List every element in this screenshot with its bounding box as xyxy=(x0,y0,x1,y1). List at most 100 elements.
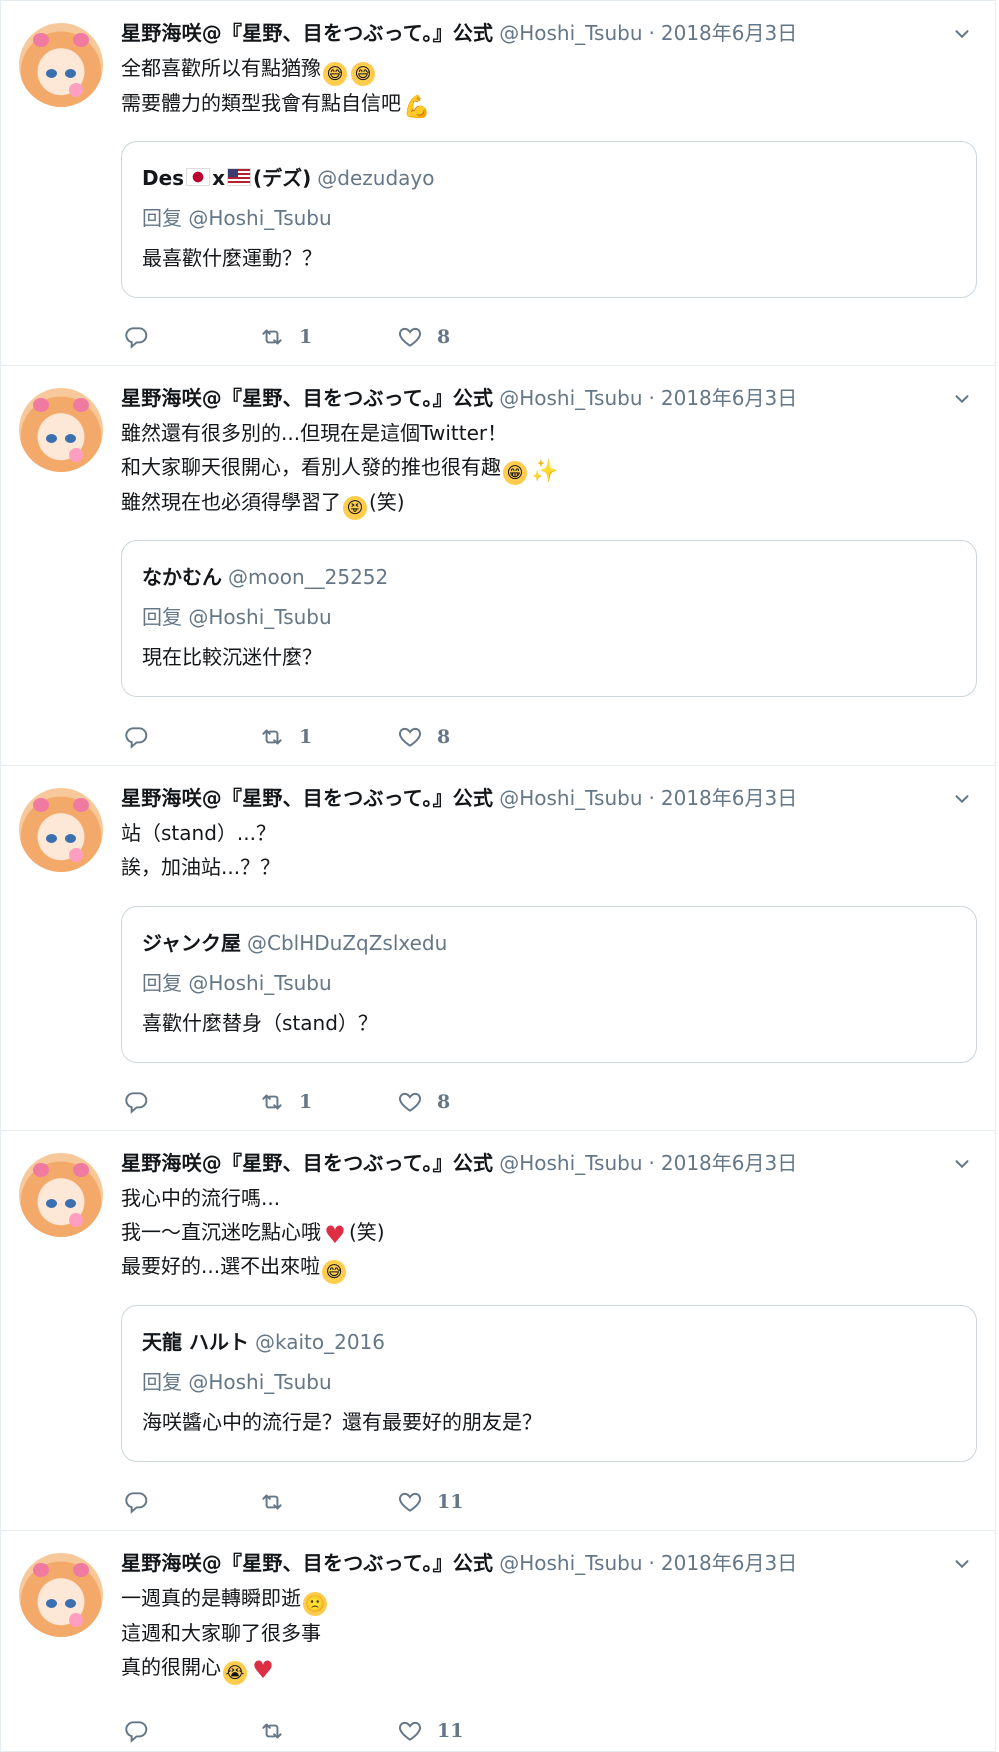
author-name[interactable]: 星野海咲@『星野、目をつぶって。』公式 xyxy=(121,382,493,411)
reply-icon xyxy=(123,1718,149,1744)
reply-button[interactable] xyxy=(123,1487,163,1517)
red-heart-emoji-icon: ♥ xyxy=(324,1221,346,1249)
like-button[interactable]: 11 xyxy=(397,1487,463,1517)
quoted-tweet[interactable]: Des x (デズ) @dezudayo 回复 @Hoshi_Tsubu 最喜歡什麼運動？… xyxy=(121,141,977,298)
quoted-tweet[interactable]: なかむん @moon__25252 回复 @Hoshi_Tsubu 現在比較沉迷什麼？ xyxy=(121,540,977,697)
quoted-author-name[interactable]: ジャンク屋 xyxy=(142,927,241,956)
name-segment: なかむん xyxy=(142,565,222,589)
text-segment: 一週真的是轉瞬即逝 xyxy=(121,1586,301,1610)
tweet-card[interactable]: 星野海咲@『星野、目をつぶって。』公式 @Hoshi_Tsubu · 2018年6月3… xyxy=(0,0,996,366)
quoted-tweet-header: なかむん @moon__25252 xyxy=(142,561,388,590)
tweet-date[interactable]: 2018年6月3日 xyxy=(661,17,797,46)
author-name[interactable]: 星野海咲@『星野、目をつぶって。』公式 xyxy=(121,1147,493,1176)
retweet-icon xyxy=(259,1489,285,1515)
tweet-text-line: 站（stand）...？ xyxy=(121,816,955,850)
tweet-date[interactable]: 2018年6月3日 xyxy=(661,1147,797,1176)
like-button[interactable]: 8 xyxy=(397,322,450,352)
squinting-tongue-emoji-icon: 😝 xyxy=(343,496,367,520)
author-handle[interactable]: @Hoshi_Tsubu xyxy=(499,1151,642,1175)
quoted-author-handle[interactable]: @dezudayo xyxy=(317,166,434,190)
reply-button[interactable] xyxy=(123,1087,163,1117)
tweet-header: 星野海咲@『星野、目をつぶって。』公式 @Hoshi_Tsubu · 2018年6月3… xyxy=(121,1547,797,1577)
tweet-date[interactable]: 2018年6月3日 xyxy=(661,782,797,811)
chevron-down-icon[interactable] xyxy=(951,23,973,45)
quoted-author-name[interactable]: 天龍 ハルト xyxy=(142,1326,249,1355)
like-count: 8 xyxy=(437,1091,451,1113)
text-segment: (笑) xyxy=(369,490,405,514)
tweet-text-line: 一週真的是轉瞬即逝 🙁 xyxy=(121,1581,955,1616)
chevron-down-icon[interactable] xyxy=(951,388,973,410)
like-icon xyxy=(397,1489,423,1515)
reply-button[interactable] xyxy=(123,722,163,752)
quoted-author-handle[interactable]: @moon__25252 xyxy=(228,565,388,589)
avatar[interactable] xyxy=(19,1153,103,1237)
author-name[interactable]: 星野海咲@『星野、目をつぶって。』公式 xyxy=(121,17,493,46)
quoted-tweet[interactable]: ジャンク屋 @CblHDuZqZslxedu 回复 @Hoshi_Tsubu 喜歡什麼… xyxy=(121,906,977,1063)
tweet-card[interactable]: 星野海咲@『星野、目をつぶって。』公式 @Hoshi_Tsubu · 2018年6月3… xyxy=(0,1530,996,1752)
tweet-text-line: 雖然還有很多別的...但現在是這個Twitter！ xyxy=(121,416,955,450)
reply-to-label: 回复 @Hoshi_Tsubu xyxy=(142,605,332,629)
author-handle[interactable]: @Hoshi_Tsubu xyxy=(499,786,642,810)
text-segment: 雖然還有很多別的...但現在是這個Twitter！ xyxy=(121,421,508,445)
tweet-text-line: 雖然現在也必須得學習了 😝 (笑) xyxy=(121,485,955,520)
quoted-tweet[interactable]: 天龍 ハルト @kaito_2016 回复 @Hoshi_Tsubu 海咲醬心中的流行… xyxy=(121,1305,977,1462)
author-handle[interactable]: @Hoshi_Tsubu xyxy=(499,1551,642,1575)
name-segment: ジャンク屋 xyxy=(142,931,241,955)
reply-button[interactable] xyxy=(123,322,163,352)
avatar[interactable] xyxy=(19,23,103,107)
chevron-down-icon[interactable] xyxy=(951,788,973,810)
like-icon xyxy=(397,724,423,750)
sparkles-emoji-icon: ✨ xyxy=(531,459,559,484)
like-count: 8 xyxy=(437,726,451,748)
separator-dot: · xyxy=(648,1551,655,1575)
tweet-text-line: 我一～直沉迷吃點心哦 ♥ (笑) xyxy=(121,1215,955,1249)
like-button[interactable]: 8 xyxy=(397,1087,450,1117)
retweet-button[interactable]: 1 xyxy=(259,322,312,352)
avatar[interactable] xyxy=(19,388,103,472)
tweet-header: 星野海咲@『星野、目をつぶって。』公式 @Hoshi_Tsubu · 2018年6月3… xyxy=(121,1147,797,1177)
retweet-icon xyxy=(259,1718,285,1744)
chevron-down-icon[interactable] xyxy=(951,1553,973,1575)
author-name[interactable]: 星野海咲@『星野、目をつぶって。』公式 xyxy=(121,782,493,811)
retweet-button[interactable]: 1 xyxy=(259,722,312,752)
flag-jp-icon xyxy=(186,168,211,186)
quoted-author-handle[interactable]: @CblHDuZqZslxedu xyxy=(247,931,447,955)
tweet-text-line: 我心中的流行嗎... xyxy=(121,1181,955,1215)
sweat-smile-emoji-icon: 😅 xyxy=(323,62,347,86)
like-button[interactable]: 8 xyxy=(397,722,450,752)
avatar[interactable] xyxy=(19,1553,103,1637)
retweet-count: 1 xyxy=(299,726,313,748)
tweet-date[interactable]: 2018年6月3日 xyxy=(661,1547,797,1576)
chevron-down-icon[interactable] xyxy=(951,1153,973,1175)
text-segment: (笑) xyxy=(349,1220,385,1244)
avatar[interactable] xyxy=(19,788,103,872)
author-handle[interactable]: @Hoshi_Tsubu xyxy=(499,21,642,45)
text-segment: 我一～直沉迷吃點心哦 xyxy=(121,1220,321,1244)
retweet-count: 1 xyxy=(299,326,313,348)
tweet-card[interactable]: 星野海咲@『星野、目をつぶって。』公式 @Hoshi_Tsubu · 2018年6月3… xyxy=(0,765,996,1131)
quoted-tweet-text: 海咲醬心中的流行是？還有最要好的朋友是？ xyxy=(142,1410,542,1434)
name-segment: 天龍 ハルト xyxy=(142,1330,249,1354)
reply-to-label: 回复 @Hoshi_Tsubu xyxy=(142,1370,332,1394)
author-name[interactable]: 星野海咲@『星野、目をつぶって。』公式 xyxy=(121,1547,493,1576)
tweet-card[interactable]: 星野海咲@『星野、目をつぶって。』公式 @Hoshi_Tsubu · 2018年6月3… xyxy=(0,1130,996,1531)
quoted-author-name[interactable]: なかむん xyxy=(142,561,222,590)
quoted-author-name[interactable]: Des x (デズ) xyxy=(142,162,311,191)
tweet-header: 星野海咲@『星野、目をつぶって。』公式 @Hoshi_Tsubu · 2018年6月3… xyxy=(121,782,797,812)
tweet-card[interactable]: 星野海咲@『星野、目をつぶって。』公式 @Hoshi_Tsubu · 2018年6月3… xyxy=(0,365,996,766)
author-handle[interactable]: @Hoshi_Tsubu xyxy=(499,386,642,410)
retweet-button[interactable] xyxy=(259,1487,299,1517)
retweet-button[interactable]: 1 xyxy=(259,1087,312,1117)
reply-button[interactable] xyxy=(123,1716,163,1746)
quoted-tweet-header: ジャンク屋 @CblHDuZqZslxedu xyxy=(142,927,447,956)
sweat-smile-emoji-icon: 😅 xyxy=(351,62,375,86)
tweet-text-line: 真的很開心 😭 ♥ xyxy=(121,1650,955,1685)
retweet-button[interactable] xyxy=(259,1716,299,1746)
quoted-author-handle[interactable]: @kaito_2016 xyxy=(255,1330,385,1354)
like-button[interactable]: 11 xyxy=(397,1716,463,1746)
tweet-feed: 星野海咲@『星野、目をつぶって。』公式 @Hoshi_Tsubu · 2018年6月3… xyxy=(0,0,999,1752)
slightly-frowning-emoji-icon: 🙁 xyxy=(303,1592,327,1616)
tweet-date[interactable]: 2018年6月3日 xyxy=(661,382,797,411)
tweet-text-line: 和大家聊天很開心，看別人發的推也很有趣 😁 ✨ xyxy=(121,450,955,485)
red-heart-emoji-icon: ♥ xyxy=(252,1656,274,1684)
